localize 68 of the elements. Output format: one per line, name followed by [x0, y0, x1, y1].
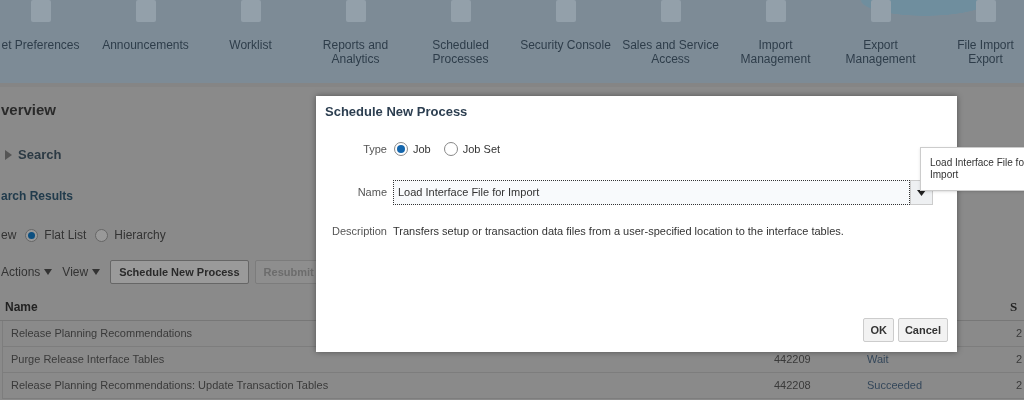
nav-label: Scheduled — [432, 38, 489, 52]
dialog-button[interactable]: Cancel — [897, 318, 948, 342]
tooltip-text: Load Interface File fo — [930, 157, 1024, 169]
toolbar-button[interactable]: Schedule New Process — [110, 260, 249, 284]
nav-label: Reports and — [322, 38, 389, 52]
dialog-button[interactable]: OK — [863, 318, 894, 342]
nav-tile[interactable]: et Preferences — [0, 0, 93, 83]
table-row[interactable]: Release Planning Recommendations: Update Transaction Tables 442208 Succeeded 2 — [2, 373, 1024, 399]
select-field[interactable]: Load Interface File for Import — [393, 180, 910, 205]
radio-label: Job Set — [462, 142, 501, 157]
caret-icon — [92, 269, 101, 275]
nav-tile[interactable]: Announcements — [93, 0, 198, 83]
nav-label: Export — [863, 38, 898, 52]
nav-tile[interactable]: Security Console — [513, 0, 618, 83]
table-cell-text: 442209 — [774, 352, 812, 368]
column-header: Name — [5, 298, 39, 316]
section-title: arch Results — [1, 188, 74, 205]
nav-tile[interactable]: Reports and Analytics — [303, 0, 408, 83]
nav-label: Management — [845, 52, 916, 66]
nav-tile[interactable]: Export Management — [828, 0, 933, 83]
radio-label: Flat List — [44, 227, 87, 244]
radio-button[interactable] — [25, 228, 39, 242]
nav-label: et Preferences — [1, 38, 80, 52]
nav-label: Export — [968, 52, 1003, 66]
section-title[interactable]: Search — [18, 145, 62, 165]
description-text: Transfers setup or transaction data files from a user-specified location to the interface tables. — [393, 224, 844, 239]
tooltip-text: Import — [930, 169, 960, 181]
nav-label: Analytics — [331, 52, 380, 66]
nav-label: Announcements — [102, 38, 189, 52]
table-cell-text: Release Planning Recommendations — [11, 326, 193, 342]
field-label: Name — [356, 185, 387, 201]
menu-button[interactable]: Actions — [1, 263, 53, 281]
table-cell-text: 2 — [1016, 352, 1023, 368]
dialog-title: Schedule New Process — [325, 103, 468, 121]
table-cell-text: 442208 — [774, 378, 812, 394]
nav-label: Worklist — [229, 38, 272, 52]
field-label: Description — [330, 224, 387, 239]
nav-tile[interactable]: File Import Export — [933, 0, 1024, 83]
nav-tile[interactable]: Import Management — [723, 0, 828, 83]
nav-label: Sales and Service — [622, 38, 719, 52]
nav-label: Import — [758, 38, 793, 52]
nav-tile[interactable]: Scheduled Processes — [408, 0, 513, 83]
nav-label: File Import — [957, 38, 1014, 52]
nav-label: Management — [740, 52, 811, 66]
radio-label: Hierarchy — [114, 227, 166, 244]
table-cell-text: Release Planning Recommendations: Update Transaction Tables — [11, 378, 330, 394]
nav-tile[interactable]: Sales and Service Access — [618, 0, 723, 83]
nav-label: Access — [651, 52, 690, 66]
nav-label: Security Console — [520, 38, 611, 52]
caret-icon — [44, 269, 53, 275]
menu-button[interactable]: View — [62, 263, 101, 281]
expand-icon[interactable] — [4, 150, 12, 160]
table-cell-text: Purge Release Interface Tables — [11, 352, 166, 368]
table-cell-text: 2 — [1016, 378, 1023, 394]
table-cell-text: 2 — [1016, 326, 1023, 342]
select-value: Load Interface File for Import — [398, 185, 540, 201]
nav-tile[interactable]: Worklist — [198, 0, 303, 83]
nav-label: Processes — [432, 52, 489, 66]
table-cell-text: Succeeded — [867, 378, 924, 394]
view-label: ew — [1, 227, 17, 244]
radio-label: Job — [413, 142, 431, 157]
column-header: S — [1010, 297, 1018, 316]
field-label: Type — [362, 142, 387, 157]
radio-button[interactable] — [394, 142, 408, 157]
radio-button[interactable] — [95, 228, 109, 242]
radio-button[interactable] — [443, 142, 458, 157]
table-cell-text: Wait — [867, 352, 890, 368]
page-title: verview — [1, 100, 57, 120]
